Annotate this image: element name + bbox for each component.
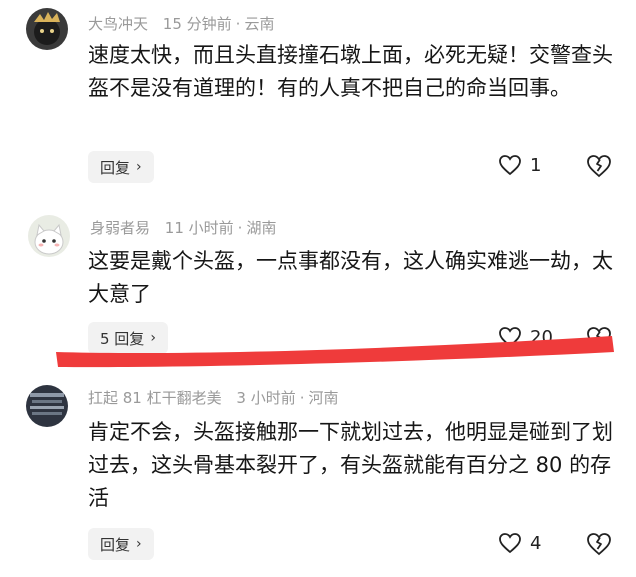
username[interactable]: 大鸟冲天 (88, 15, 148, 33)
comment-item: 扛起 81 杠干翻老美 3 小时前 · 河南 肯定不会，头盔接触那一下就划过去，他明… (0, 375, 636, 577)
like-count: 4 (530, 532, 542, 554)
comment-text: 肯定不会，头盔接触那一下就划过去，他明显是碰到了划过去，这头骨基本裂开了，有头盔… (88, 420, 613, 510)
comment-text: 速度太快，而且头直接撞石墩上面，必死无疑！交警查头盔不是没有道理的！有的人真不把… (88, 43, 613, 100)
timestamp: 3 小时前 (236, 389, 296, 407)
chevron-right-icon: › (136, 159, 142, 175)
broken-heart-icon (587, 327, 611, 350)
like-button[interactable]: 4 (498, 532, 541, 554)
chevron-right-icon: › (150, 330, 156, 346)
reply-label: 回复 (100, 535, 131, 554)
broken-heart-icon (587, 155, 611, 178)
reply-button[interactable]: 5 回复 › (88, 322, 168, 354)
heart-outline-icon (499, 533, 521, 554)
dislike-button[interactable] (586, 532, 612, 560)
like-count: 1 (530, 154, 542, 176)
comment-meta: 扛起 81 杠干翻老美 3 小时前 · 河南 (88, 389, 339, 407)
avatar[interactable] (26, 8, 68, 50)
dislike-button[interactable] (586, 326, 612, 354)
username[interactable]: 身弱者易 (90, 219, 150, 237)
comment-item: 身弱者易 11 小时前 · 湖南 这要是戴个头盔，一点事都没有，这人确实难逃一劫，太… (0, 200, 636, 365)
heart-outline-icon (499, 155, 521, 176)
timestamp: 15 分钟前 (162, 15, 232, 33)
chevron-right-icon: › (136, 536, 142, 552)
reply-label: 5 回复 (100, 329, 145, 348)
avatar-image (26, 8, 68, 50)
comment-item: 大鸟冲天 15 分钟前 · 云南 速度太快，而且头直接撞石墩上面，必死无疑！交警查头… (0, 0, 636, 200)
location: 河南 (308, 389, 339, 407)
dislike-button[interactable] (586, 154, 612, 182)
comment-text: 这要是戴个头盔，一点事都没有，这人确实难逃一劫，太大意了 (88, 249, 613, 306)
location: 湖南 (246, 219, 277, 237)
like-button[interactable]: 1 (498, 154, 541, 176)
reply-button[interactable]: 回复 › (88, 151, 154, 183)
reply-label: 回复 (100, 158, 131, 177)
avatar[interactable] (26, 385, 68, 427)
like-count: 20 (530, 326, 553, 348)
location: 云南 (244, 15, 275, 33)
username[interactable]: 扛起 81 杠干翻老美 (88, 389, 222, 407)
avatar-image (26, 385, 68, 427)
avatar[interactable] (28, 215, 70, 257)
comment-meta: 身弱者易 11 小时前 · 湖南 (90, 219, 277, 237)
broken-heart-icon (587, 533, 611, 556)
avatar-image (28, 215, 70, 257)
comment-meta: 大鸟冲天 15 分钟前 · 云南 (88, 15, 275, 33)
heart-outline-icon (499, 327, 521, 348)
reply-button[interactable]: 回复 › (88, 528, 154, 560)
timestamp: 11 小时前 (164, 219, 234, 237)
like-button[interactable]: 20 (498, 326, 553, 348)
